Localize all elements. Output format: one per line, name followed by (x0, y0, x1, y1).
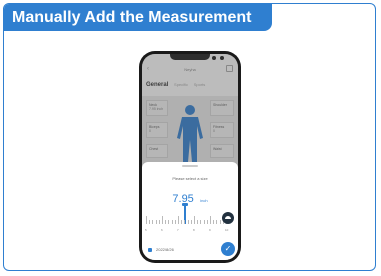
size-ruler[interactable]: 5 6 7 8 9 10 (145, 203, 229, 232)
ruler-tick (171, 220, 173, 224)
phone-screen: ‹ Neyha General Specific Sports Neck 7.9… (142, 54, 238, 260)
ruler-label: 6 (161, 228, 163, 232)
ruler-tick (152, 220, 153, 224)
ruler-tick (168, 220, 169, 224)
ruler-tick (213, 220, 214, 224)
ruler-tick (146, 216, 147, 224)
ruler-tick (187, 220, 189, 224)
calendar-icon (148, 247, 152, 252)
ruler-tick (155, 220, 157, 224)
ruler-label: 9 (209, 228, 211, 232)
phone-mockup: ‹ Neyha General Specific Sports Neck 7.9… (139, 51, 241, 263)
ruler-label: 8 (193, 228, 195, 232)
ruler-toggle-icon[interactable] (222, 212, 234, 224)
ruler-tick (200, 220, 201, 224)
ruler-tick (210, 216, 211, 224)
ruler-tick (197, 220, 198, 224)
selected-value-unit: inch (200, 198, 208, 203)
ruler-tick (190, 220, 192, 224)
picker-prompt: Please select a size (172, 176, 208, 181)
ruler-tick (178, 216, 179, 224)
ruler-tick (162, 216, 163, 224)
ruler-tick (165, 220, 166, 224)
ruler-tick (203, 220, 205, 224)
ruler-label: 5 (145, 228, 147, 232)
size-picker-sheet: Please select a size 7.95 inch 5 6 7 8 9 10 2… (142, 162, 238, 260)
ruler-tick (184, 220, 185, 224)
ruler-tick (194, 216, 195, 224)
sheet-handle[interactable] (182, 165, 198, 167)
date-value: 2022/8/26 (156, 247, 174, 252)
ruler-tick (174, 220, 176, 224)
ruler-label: 10 (225, 228, 229, 232)
ruler-label: 7 (177, 228, 179, 232)
feature-card: Manually Add the Measurement ‹ Neyha Gen… (3, 3, 376, 271)
ruler-tick (149, 220, 150, 224)
ruler-tick (158, 220, 160, 224)
confirm-button[interactable]: ✓ (221, 242, 235, 256)
banner-title: Manually Add the Measurement (4, 4, 272, 31)
ruler-tick (181, 220, 182, 224)
ruler-tick (219, 220, 221, 224)
date-selector[interactable]: 2022/8/26 (148, 247, 174, 255)
ruler-tick (206, 220, 208, 224)
selected-value: 7.95 inch (142, 189, 238, 207)
ruler-tick (216, 220, 217, 224)
